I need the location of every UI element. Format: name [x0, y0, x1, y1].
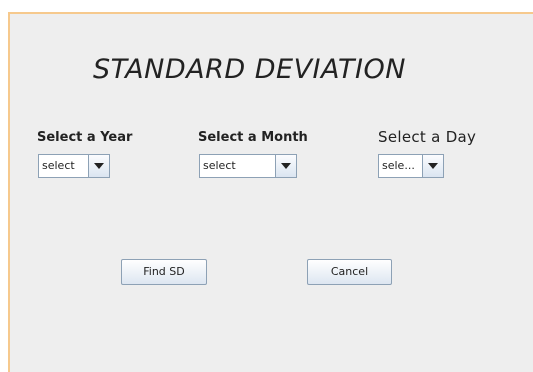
day-dropdown-arrow[interactable] — [422, 155, 443, 177]
find-sd-button[interactable]: Find SD — [121, 259, 207, 285]
month-label: Select a Month — [198, 130, 308, 145]
year-dropdown-arrow[interactable] — [88, 155, 109, 177]
app-window: STANDARD DEVIATION Select a Year select … — [8, 12, 533, 372]
day-dropdown-value: sele... — [382, 159, 415, 172]
chevron-down-icon — [281, 163, 291, 169]
year-dropdown[interactable]: select — [38, 154, 110, 178]
month-dropdown[interactable]: select — [199, 154, 297, 178]
day-dropdown[interactable]: sele... — [378, 154, 444, 178]
year-label: Select a Year — [37, 130, 133, 145]
page-title: STANDARD DEVIATION — [93, 54, 406, 85]
day-label: Select a Day — [378, 128, 477, 146]
chevron-down-icon — [94, 163, 104, 169]
cancel-button[interactable]: Cancel — [307, 259, 392, 285]
month-dropdown-arrow[interactable] — [275, 155, 296, 177]
month-dropdown-value: select — [203, 159, 236, 172]
year-dropdown-value: select — [42, 159, 75, 172]
chevron-down-icon — [428, 163, 438, 169]
